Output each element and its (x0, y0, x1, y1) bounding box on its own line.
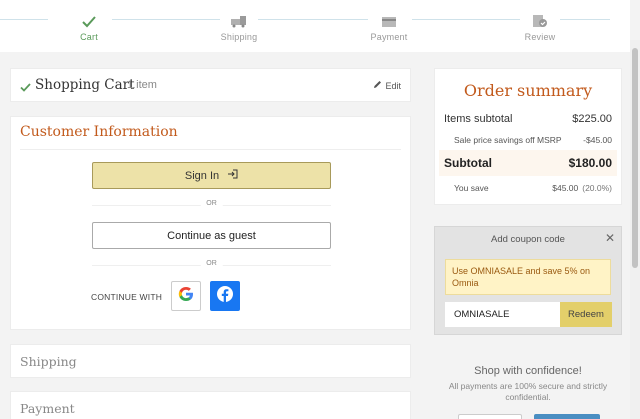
step-label: Cart (80, 32, 98, 42)
subtotal-label: Subtotal (444, 156, 492, 170)
you-save-percent: (20.0%) (582, 183, 612, 193)
edit-cart-button[interactable]: Edit (373, 80, 401, 91)
shipping-heading: Shipping (20, 354, 77, 369)
truck-icon (199, 10, 279, 28)
order-summary-title: Order summary (463, 81, 593, 100)
or-divider: OR (92, 260, 331, 270)
step-payment[interactable]: Payment (349, 10, 429, 42)
shop-with-confidence: Shop with confidence! All payments are 1… (434, 365, 622, 403)
page-scrollbar[interactable] (630, 40, 640, 419)
shipping-section[interactable]: Shipping (10, 344, 411, 378)
order-summary: Order summary Items subtotal $225.00 Sal… (434, 68, 622, 205)
pencil-icon (373, 80, 382, 91)
coupon-promo-message: Use OMNIASALE and save 5% on Omnia (445, 259, 611, 295)
review-icon (500, 10, 580, 28)
subtotal-value: $180.00 (568, 156, 612, 170)
step-review[interactable]: Review (500, 10, 580, 42)
confidence-heading: Shop with confidence! (474, 365, 582, 377)
divider (20, 149, 401, 150)
coupon-title: Add coupon code (491, 234, 565, 245)
google-signin-button[interactable] (171, 281, 201, 311)
continue-with-label: CONTINUE WITH (91, 292, 163, 302)
scrollbar-thumb[interactable] (632, 48, 638, 268)
items-subtotal-value: $225.00 (572, 113, 612, 125)
close-icon[interactable]: ✕ (605, 231, 615, 245)
coupon-panel: Add coupon code ✕ Use OMNIASALE and save… (434, 226, 622, 335)
google-icon (178, 286, 194, 307)
checkout-progress: Cart Shipping Payment Review (0, 0, 630, 52)
step-cart[interactable]: Cart (49, 10, 129, 42)
step-shipping[interactable]: Shipping (199, 10, 279, 42)
payment-heading: Payment (20, 401, 75, 416)
cart-item-count: 1 item (127, 79, 157, 91)
facebook-signin-button[interactable] (210, 281, 240, 311)
coupon-code-input[interactable]: OMNIASALE (445, 302, 560, 327)
confidence-text: All payments are 100% secure and strictl… (448, 381, 608, 402)
items-subtotal-row: Items subtotal $225.00 (444, 113, 612, 125)
customer-information-section: Customer Information Sign In OR Continue… (10, 116, 411, 330)
savings-value: -$45.00 (583, 135, 612, 145)
items-subtotal-label: Items subtotal (444, 113, 513, 125)
you-save-label: You save (454, 183, 489, 193)
progress-line (0, 19, 48, 20)
cart-title: Shopping Cart (35, 77, 135, 93)
sign-in-label: Sign In (184, 169, 220, 182)
savings-label: Sale price savings off MSRP (454, 135, 562, 145)
savings-row: Sale price savings off MSRP -$45.00 (444, 135, 612, 145)
sign-in-button[interactable]: Sign In (92, 162, 331, 189)
step-label: Review (524, 32, 556, 42)
security-badge (534, 414, 600, 419)
or-label: OR (200, 260, 223, 267)
facebook-icon (216, 285, 234, 308)
or-divider: OR (92, 200, 331, 210)
step-label: Payment (370, 32, 408, 42)
check-icon (49, 10, 129, 28)
or-label: OR (200, 200, 223, 207)
customer-heading: Customer Information (20, 124, 178, 140)
you-save-value: $45.00 (552, 183, 579, 193)
check-icon (20, 79, 31, 97)
login-arrow-icon (227, 169, 238, 182)
step-label: Shipping (220, 32, 258, 42)
you-save-row: You save $45.00 (20.0%) (444, 183, 612, 193)
shopping-cart-section: Shopping Cart 1 item Edit (10, 68, 411, 102)
credit-card-icon (349, 10, 429, 28)
edit-label: Edit (385, 80, 401, 91)
redeem-button[interactable]: Redeem (560, 302, 612, 327)
continue-as-guest-button[interactable]: Continue as guest (92, 222, 331, 249)
subtotal-row: Subtotal $180.00 (439, 150, 617, 176)
security-badge (458, 414, 522, 419)
payment-section[interactable]: Payment (10, 391, 411, 419)
